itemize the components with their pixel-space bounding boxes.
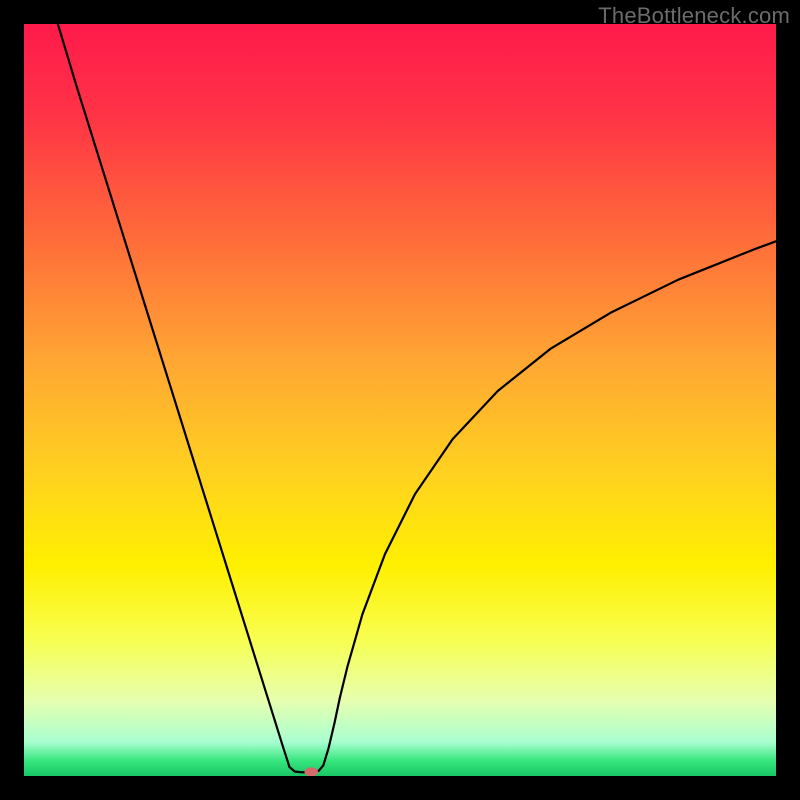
bottleneck-chart <box>24 24 776 776</box>
chart-background <box>24 24 776 776</box>
plot-area <box>24 24 776 776</box>
chart-frame: TheBottleneck.com <box>0 0 800 800</box>
